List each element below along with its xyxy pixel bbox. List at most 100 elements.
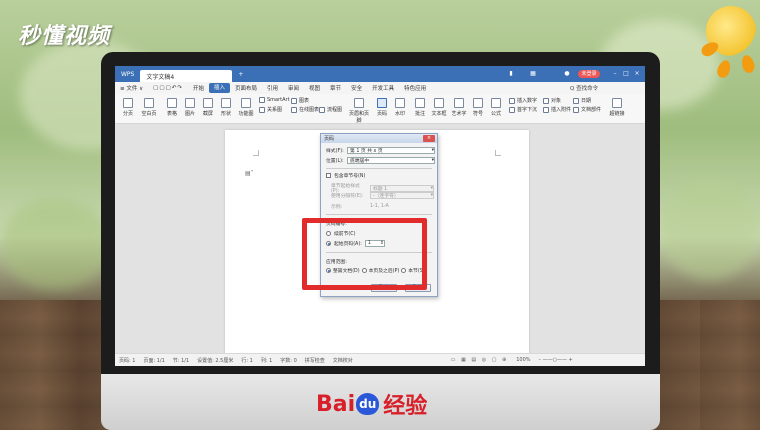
drop-cap-button[interactable]: 首字下沉: [509, 106, 537, 113]
separator-select[interactable]: -（连字符） ▾: [370, 192, 434, 199]
comment-label: 批注: [414, 111, 425, 117]
status-pages: 页面: 1/1: [143, 357, 165, 364]
page-break-button[interactable]: 分页: [121, 98, 135, 117]
smartart-button[interactable]: SmartArt: [259, 97, 290, 103]
baidu-logo-jingyan: 经验: [383, 394, 428, 419]
object-button[interactable]: 对象: [543, 97, 561, 104]
picture-button[interactable]: 图片: [183, 98, 197, 117]
online-chart-button[interactable]: 在线图表: [291, 106, 319, 113]
menu-icons[interactable]: ▢▢▢↶↷: [148, 85, 188, 91]
drop-cap-label: 首字下沉: [517, 107, 538, 113]
chevron-down-icon: ▾: [430, 185, 433, 191]
comment-button[interactable]: 批注: [413, 98, 427, 117]
menu-insert[interactable]: 插入: [208, 83, 230, 93]
textbox-button[interactable]: 文本框: [431, 98, 447, 117]
date-button[interactable]: 日期: [573, 97, 591, 104]
position-value: 底端居中: [350, 159, 370, 164]
flowchart-button[interactable]: 流程图: [319, 106, 342, 113]
tab-wps[interactable]: WPS: [115, 68, 140, 80]
zoom-slider[interactable]: – ——○—— +: [535, 357, 577, 363]
header-footer-icon: [354, 98, 364, 108]
table-button[interactable]: 表格: [165, 98, 179, 117]
login-button[interactable]: 未登录: [578, 70, 600, 78]
wordart-button[interactable]: 艺术字: [451, 98, 467, 117]
symbol-button[interactable]: 符号: [471, 98, 485, 117]
doc-proof-button[interactable]: 文档校对: [329, 357, 357, 364]
relation-icon: [259, 106, 265, 113]
doc-parts-label: 文档部件: [581, 107, 602, 113]
orange-petal-icon: [739, 53, 757, 75]
menu-page-layout[interactable]: 页面布局: [230, 84, 262, 92]
menu-special[interactable]: 特色应用: [399, 84, 431, 92]
menu-references[interactable]: 引用: [262, 84, 283, 92]
menu-bar: ≡ 文件 ∨ ▢▢▢↶↷ 开始 插入 页面布局 引用 审阅 视图 章节 安全 开…: [115, 82, 645, 94]
menu-developer[interactable]: 开发工具: [367, 84, 399, 92]
status-row: 行: 1: [241, 357, 253, 364]
insert-number-button[interactable]: 插入数字: [509, 97, 537, 104]
grid-icon[interactable]: ▦: [529, 70, 537, 77]
menu-review[interactable]: 审阅: [283, 84, 304, 92]
spell-check-button[interactable]: 拼写检查: [301, 357, 329, 364]
new-tab-button[interactable]: +: [232, 68, 249, 80]
screenshot-button[interactable]: 截屏: [201, 98, 215, 117]
chapter-style-select[interactable]: 标题 1 ▾: [370, 184, 434, 192]
baidu-paw-icon: du: [356, 393, 380, 415]
close-icon[interactable]: ×: [633, 70, 641, 77]
chart-button[interactable]: 图表: [291, 97, 309, 104]
header-footer-label: 页眉和页脚: [348, 111, 369, 124]
chapter-style-value: 标题 1: [373, 186, 388, 192]
relation-label: 关系图: [267, 107, 283, 113]
command-search[interactable]: Q 查找命令: [570, 84, 598, 92]
menu-chapter[interactable]: 章节: [325, 84, 346, 92]
shape-button[interactable]: 形状: [219, 98, 233, 117]
menu-home[interactable]: 开始: [188, 84, 209, 92]
minimize-icon[interactable]: –: [611, 70, 619, 77]
chevron-down-icon: ▾: [431, 148, 434, 153]
table-label: 表格: [166, 111, 177, 117]
watermark-button[interactable]: 水印: [393, 98, 407, 117]
user-icon[interactable]: ●: [563, 70, 571, 77]
include-chapter-checkbox[interactable]: [326, 173, 331, 178]
example-label: 示例:: [331, 205, 343, 210]
title-bar: WPS 文字文稿4 + ▮ ▦ ● 未登录 – □ ×: [115, 66, 645, 82]
divider: [326, 214, 432, 215]
formula-label: 公式: [490, 111, 501, 117]
separator-value: -（连字符）: [373, 194, 399, 199]
blank-page-button[interactable]: 空白页: [141, 98, 157, 117]
style-select[interactable]: 第 1 页 共 x 页 ▾: [347, 147, 435, 154]
header-footer-button[interactable]: 页眉和页脚: [347, 98, 371, 124]
function-chart-icon: [241, 98, 251, 108]
shape-icon: [221, 98, 231, 108]
function-chart-button[interactable]: 功能图: [237, 98, 255, 117]
page-number-button[interactable]: 页码: [375, 98, 389, 117]
blank-page-label: 空白页: [141, 111, 157, 117]
include-chapter-row: 包含章节号(N): [326, 172, 365, 179]
number-icon: [509, 97, 515, 104]
object-icon: [543, 97, 549, 104]
hyperlink-button[interactable]: 超链接: [609, 98, 625, 117]
close-icon[interactable]: ×: [423, 135, 435, 142]
menu-security[interactable]: 安全: [346, 84, 367, 92]
symbol-label: 符号: [472, 111, 483, 117]
status-section: 节: 1/1: [172, 357, 190, 364]
tab-document[interactable]: 文字文稿4: [140, 70, 233, 82]
maximize-icon[interactable]: □: [622, 70, 630, 77]
formula-button[interactable]: 公式: [489, 98, 503, 117]
relation-button[interactable]: 关系图: [259, 106, 282, 113]
include-chapter-label: 包含章节号(N): [334, 174, 366, 179]
page-break-icon: [123, 98, 133, 108]
screenshot-icon: [203, 98, 213, 108]
zoom-level[interactable]: 100%: [512, 357, 534, 363]
link-icon: [612, 98, 622, 108]
smartart-icon: [259, 97, 265, 103]
doc-parts-button[interactable]: 文档部件: [573, 106, 601, 113]
layout-icon[interactable]: ▮: [507, 70, 515, 77]
position-select[interactable]: 底端居中 ▾: [347, 157, 435, 164]
menu-view[interactable]: 视图: [304, 84, 325, 92]
view-mode-icons[interactable]: ▭ ▦ ▤ ◎ ▢ ⊕: [447, 357, 512, 363]
menu-file[interactable]: ≡ 文件 ∨: [115, 84, 148, 92]
attachment-button[interactable]: 插入附件: [543, 106, 571, 113]
page-break-label: 分页: [122, 111, 133, 117]
background-blob: [660, 180, 760, 280]
margin-corner: [495, 150, 501, 156]
